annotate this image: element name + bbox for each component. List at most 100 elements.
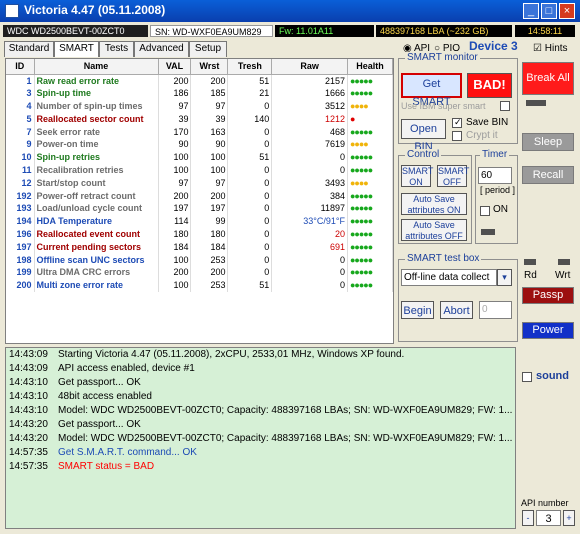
attribute-tresh: 0 [227, 253, 273, 266]
sound-checkbox[interactable] [522, 372, 532, 382]
table-row[interactable]: 200 Multi zone error rate 100 253 51 0 ●●●●● [6, 278, 393, 292]
attribute-health: ●●●● [347, 176, 393, 190]
table-row[interactable]: 192 Power-off retract count 200 200 0 384 ●●●●… [6, 189, 393, 202]
tab-smart[interactable]: SMART [54, 41, 99, 57]
smart-on-button[interactable]: SMART ON [401, 165, 433, 187]
attribute-tresh: 51 [227, 278, 273, 292]
window-title: Victoria 4.47 (05.11.2008) [24, 3, 166, 17]
passp-button[interactable]: Passp [522, 287, 574, 304]
attribute-name: HDA Temperature [34, 214, 159, 228]
attribute-health: ●●●●● [347, 240, 393, 254]
save-bin-label: Save BIN [466, 117, 509, 128]
table-row[interactable]: 198 Offline scan UNC sectors 100 253 0 0 ●●●●● [6, 253, 393, 266]
attribute-val: 180 [158, 227, 192, 241]
autosave-on-button[interactable]: Auto Save attributes ON [401, 193, 467, 215]
log-time: 14:57:35 [9, 461, 48, 472]
table-row[interactable]: 199 Ultra DMA CRC errors 200 200 0 0 ●●●●● [6, 265, 393, 279]
power-button[interactable]: Power [522, 322, 574, 339]
table-row[interactable]: 12 Start/stop count 97 97 0 3493 ●●●● [6, 176, 393, 190]
table-row[interactable]: 196 Reallocated event count 180 180 0 20 ●●●●● [6, 227, 393, 241]
attribute-name: Start/stop count [34, 176, 159, 190]
attribute-raw: 0 [271, 163, 348, 177]
attribute-name: Reallocated event count [34, 227, 159, 241]
log-line: 14:43:10 48bit access enabled [6, 390, 515, 404]
table-row[interactable]: 11 Recalibration retries 100 100 0 0 ●●●●● [6, 163, 393, 177]
ibm-super-smart-checkbox[interactable] [500, 101, 510, 111]
table-row[interactable]: 193 Load/unload cycle count 197 197 0 11897 ●●… [6, 201, 393, 215]
attribute-wrst: 100 [190, 150, 229, 164]
attribute-wrst: 200 [190, 265, 229, 279]
chevron-down-icon[interactable]: ▾ [497, 269, 512, 286]
attribute-wrst: 200 [190, 74, 229, 87]
attribute-val: 97 [158, 176, 192, 190]
test-number-field[interactable]: 0 [479, 301, 512, 319]
crypt-it-label: Crypt it [466, 130, 498, 141]
table-row[interactable]: 9 Power-on time 90 90 0 7619 ●●●● [6, 137, 393, 151]
attribute-health: ●●●●● [347, 227, 393, 241]
sound-label: sound [536, 370, 569, 382]
hints-checkbox[interactable]: ☑ Hints [533, 43, 568, 54]
table-row[interactable]: 3 Spin-up time 186 185 21 1666 ●●●●● [6, 86, 393, 100]
attribute-val: 200 [158, 189, 192, 202]
table-row[interactable]: 4 Number of spin-up times 97 97 0 3512 ●●●● [6, 99, 393, 113]
log-time: 14:43:10 [9, 377, 48, 388]
attribute-tresh: 51 [227, 150, 273, 164]
smart-off-button[interactable]: SMART OFF [437, 165, 469, 187]
attribute-name: Recalibration retries [34, 163, 159, 177]
abort-button[interactable]: Abort [440, 301, 473, 319]
attribute-id: 192 [6, 189, 35, 202]
attribute-raw: 11897 [271, 201, 348, 215]
event-log[interactable]: 14:43:09 Starting Victoria 4.47 (05.11.20… [5, 347, 516, 529]
attribute-wrst: 97 [190, 176, 229, 190]
device-label: Device 3 [469, 39, 518, 53]
attribute-val: 100 [158, 253, 192, 266]
log-message: Starting Victoria 4.47 (05.11.2008), 2xC… [58, 349, 405, 360]
open-bin-button[interactable]: Open BIN [401, 119, 446, 153]
table-row[interactable]: 197 Current pending sectors 184 184 0 691 ●●●●… [6, 240, 393, 254]
attribute-id: 5 [6, 112, 35, 126]
serial-status: SN: WD-WXF0EA9UM829 [150, 25, 273, 37]
save-bin-checkbox[interactable] [452, 117, 462, 128]
close-icon[interactable]: × [559, 3, 575, 19]
autosave-off-button[interactable]: Auto Save attributes OFF [401, 219, 467, 241]
table-row[interactable]: 10 Spin-up retries 100 100 51 0 ●●●●● [6, 150, 393, 164]
api-number-label: API number [521, 498, 569, 508]
table-row[interactable]: 194 HDA Temperature 114 99 0 33°C/91°F ●●●●● [6, 214, 393, 228]
log-time: 14:43:20 [9, 419, 48, 430]
maximize-icon[interactable]: □ [541, 3, 557, 19]
table-row[interactable]: 7 Seek error rate 170 163 0 468 ●●●●● [6, 125, 393, 138]
recall-button[interactable]: Recall [522, 166, 574, 184]
test-select[interactable]: Off-line data collect [401, 269, 497, 286]
table-header: ID Name VAL Wrst Tresh Raw Health [6, 59, 393, 75]
log-message: Get S.M.A.R.T. command... OK [58, 447, 197, 458]
timer-input[interactable]: 60 [478, 167, 512, 184]
table-row[interactable]: 1 Raw read error rate 200 200 51 2157 ●●●●● [6, 74, 393, 87]
get-smart-button[interactable]: Get SMART [401, 73, 462, 108]
attribute-raw: 468 [271, 125, 348, 138]
break-all-button[interactable]: Break All [522, 62, 574, 95]
attribute-name: Seek error rate [34, 125, 159, 138]
crypt-it-checkbox[interactable] [452, 131, 462, 141]
smart-bad-status: BAD! [467, 73, 512, 98]
attribute-wrst: 100 [190, 163, 229, 177]
minimize-icon[interactable]: _ [523, 3, 539, 19]
sleep-button[interactable]: Sleep [522, 133, 574, 151]
tab-tests[interactable]: Tests [99, 41, 134, 57]
attribute-wrst: 253 [190, 278, 229, 292]
table-row[interactable]: 5 Reallocated sector count 39 39 140 1212 ● [6, 112, 393, 126]
begin-button[interactable]: Begin [401, 301, 434, 319]
api-number-input[interactable]: 3 [536, 510, 561, 526]
tab-advanced[interactable]: Advanced [134, 41, 189, 57]
attribute-val: 114 [158, 214, 192, 228]
log-line: 14:43:09 API access enabled, device #1 [6, 362, 515, 376]
tab-setup[interactable]: Setup [189, 41, 227, 57]
attribute-wrst: 200 [190, 189, 229, 202]
timer-on-checkbox[interactable] [480, 206, 490, 216]
attribute-health: ●●●●● [347, 86, 393, 100]
attribute-raw: 0 [271, 150, 348, 164]
log-time: 14:57:35 [9, 447, 48, 458]
api-number-minus[interactable]: - [522, 510, 534, 526]
attribute-raw: 2157 [271, 74, 348, 87]
api-number-plus[interactable]: + [563, 510, 575, 526]
tab-standard[interactable]: Standard [4, 41, 54, 57]
